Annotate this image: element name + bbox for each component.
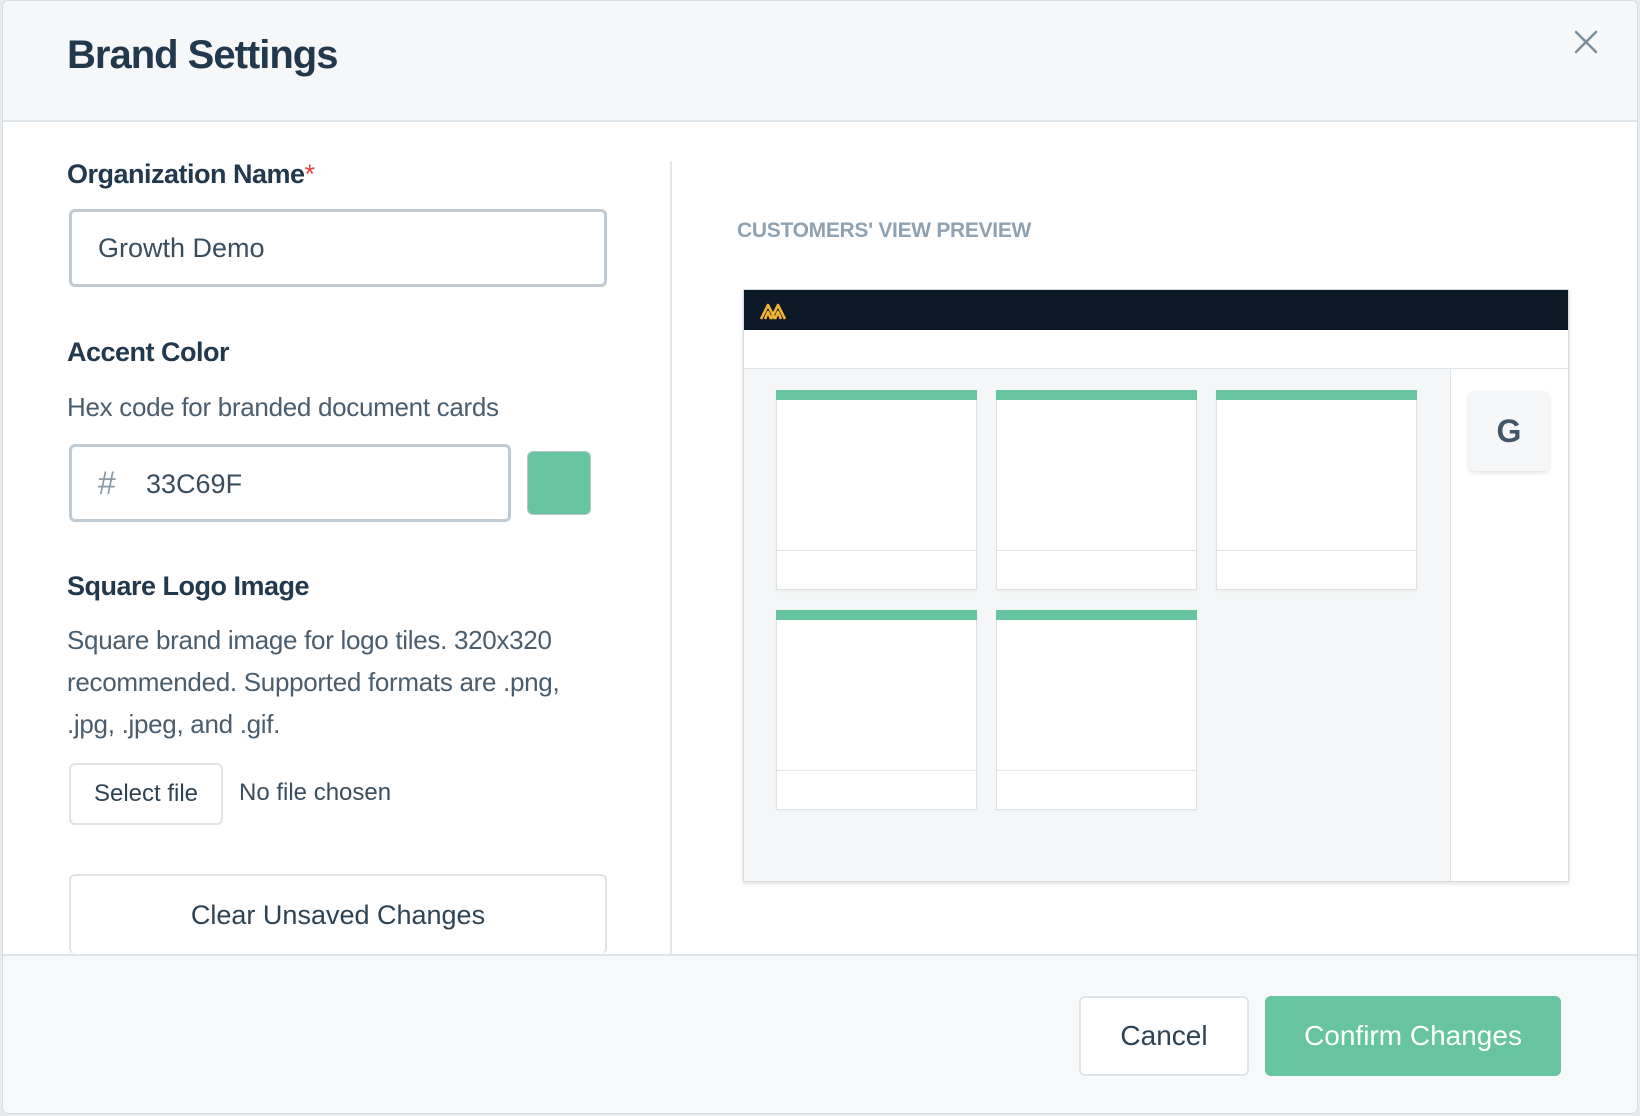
preview-topbar: [744, 290, 1568, 330]
customer-view-preview: G: [743, 289, 1569, 882]
modal-footer: Cancel Confirm Changes: [3, 954, 1637, 1113]
close-icon: [1574, 30, 1598, 54]
preview-subbar: [744, 330, 1568, 369]
preview-document-card: [1216, 390, 1417, 590]
org-name-label: Organization Name*: [67, 159, 316, 189]
preview-document-card: [776, 390, 977, 590]
preview-logo-tile: G: [1469, 391, 1549, 471]
select-file-button[interactable]: Select file: [69, 763, 223, 825]
hex-input-wrapper: #: [69, 444, 511, 522]
cancel-button[interactable]: Cancel: [1079, 996, 1249, 1076]
close-button[interactable]: [1569, 25, 1603, 59]
logo-label: Square Logo Image: [67, 571, 310, 601]
org-name-input[interactable]: [69, 209, 607, 287]
color-swatch[interactable]: [527, 451, 591, 515]
accent-color-label: Accent Color: [67, 337, 230, 367]
accent-color-hint: Hex code for branded document cards: [67, 392, 499, 422]
preview-label: CUSTOMERS' VIEW PREVIEW: [737, 219, 1032, 242]
brand-logo-icon: [759, 303, 787, 320]
column-divider: [670, 161, 672, 954]
hex-code-input[interactable]: [144, 461, 478, 507]
confirm-changes-button[interactable]: Confirm Changes: [1265, 996, 1561, 1076]
preview-document-card: [996, 610, 1197, 810]
preview-sidebar: G: [1450, 369, 1568, 881]
modal-header: Brand Settings: [3, 1, 1637, 122]
required-marker: *: [304, 159, 316, 189]
clear-unsaved-changes-button[interactable]: Clear Unsaved Changes: [69, 874, 607, 954]
logo-hint: Square brand image for logo tiles. 320x3…: [67, 625, 560, 739]
brand-settings-modal: Brand Settings Organization Name* Accent…: [2, 0, 1638, 1114]
preview-document-card: [996, 390, 1197, 590]
preview-document-card: [776, 610, 977, 810]
modal-title: Brand Settings: [67, 33, 338, 77]
file-status: No file chosen: [239, 779, 392, 806]
hash-prefix: #: [98, 465, 116, 501]
